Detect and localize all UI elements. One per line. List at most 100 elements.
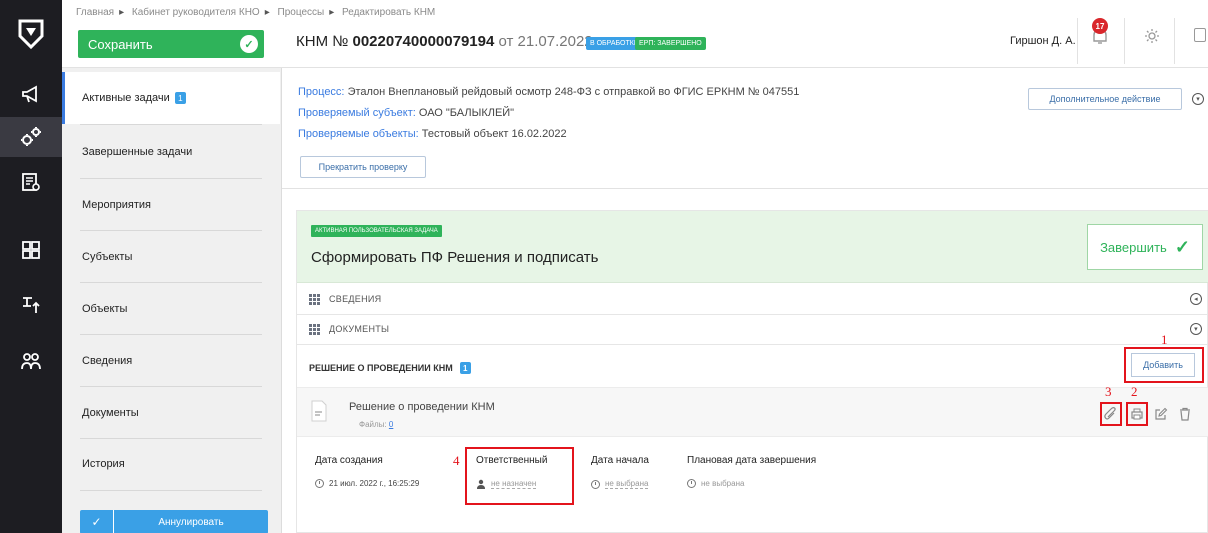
subject-value: ОАО "БАЛЫКЛЕЙ" [418,107,515,119]
header-divider [1174,18,1175,64]
rail-item-dashboard[interactable] [0,230,62,270]
save-button[interactable]: Сохранить ✓ [78,30,264,58]
header-divider [1124,18,1125,64]
highlight-box-1 [1124,347,1204,383]
objects-value: Тестовый объект 16.02.2022 [421,128,567,140]
save-button-label: Сохранить [88,36,153,52]
annotation-number-3: 3 [1105,384,1112,399]
process-value: Эталон Внеплановый рейдовый осмотр 248-Ф… [347,86,800,98]
clock-icon [315,479,324,488]
rail-item-announcements[interactable] [0,74,62,114]
sidebar-item-documents[interactable]: Документы [62,387,280,439]
document-icon [311,400,327,422]
sidebar-item-info[interactable]: Сведения [62,335,280,387]
section-documents-toggle[interactable]: ДОКУМЕНТЫ ▾ [297,315,1208,343]
chevron-up-icon[interactable]: ◂ [1190,293,1202,305]
check-icon: ✓ [240,35,258,53]
responsible-value: не назначен [491,479,537,489]
page-header: Главная ▸ Кабинет руководителя КНО ▸ Проце… [62,0,1208,68]
task-panel: АКТИВНАЯ ПОЛЬЗОВАТЕЛЬСКАЯ ЗАДАЧА Сформир… [296,210,1208,533]
planned-date-picker[interactable]: не выбрана [687,479,744,488]
document-row[interactable]: Решение о проведении КНМ Файлы: 0 [297,387,1208,437]
divider [297,344,1208,345]
start-date-picker[interactable]: не выбрана [591,479,649,489]
dashboard-grid-icon [22,241,40,259]
highlight-box-3 [1100,402,1122,426]
rail-item-registry[interactable] [0,162,62,202]
delete-button[interactable] [1177,406,1193,422]
user-icon [477,479,485,489]
sidebar-item-objects[interactable]: Объекты [62,283,280,335]
process-info: Процесс: Эталон Внеплановый рейдовый осм… [282,68,1208,189]
finish-button-label: Завершить [1100,239,1167,255]
breadcrumb-item-current: Редактировать КНМ [342,7,436,18]
header-divider [1077,18,1078,64]
created-value: 21 июл. 2022 г., 16:25:29 [315,479,419,488]
breadcrumb-item-home[interactable]: Главная [76,7,114,18]
annul-button[interactable]: ✓ Аннулировать [80,510,268,533]
sidebar-item-label: Мероприятия [82,199,151,211]
finish-task-button[interactable]: Завершить ✓ [1087,224,1203,270]
start-date-label: Дата начала [591,455,649,466]
task-header: АКТИВНАЯ ПОЛЬЗОВАТЕЛЬСКАЯ ЗАДАЧА Сформир… [297,211,1208,283]
sidebar: Активные задачи 1 Завершенные задачи Мер… [62,68,282,533]
sidebar-item-subjects[interactable]: Субъекты [62,231,280,283]
trash-icon [1180,407,1190,421]
highlight-box-2 [1126,402,1148,426]
check-icon: ✓ [80,510,114,533]
rail-item-processes[interactable] [0,117,62,157]
breadcrumb-item-processes[interactable]: Процессы [278,7,325,18]
check-icon: ✓ [1174,236,1190,257]
sidebar-divider [80,124,262,125]
document-files: Файлы: 0 [359,420,393,429]
grid-icon [309,293,320,305]
clock-icon [687,479,696,488]
section-label: СВЕДЕНИЯ [329,294,382,304]
sidebar-item-label: Активные задачи [82,92,170,104]
breadcrumb-separator: ▸ [329,7,335,18]
created-value-text: 21 июл. 2022 г., 16:25:29 [329,479,420,488]
document-name: Решение о проведении КНМ [349,401,495,413]
task-title: Сформировать ПФ Решения и подписать [311,249,599,266]
chevron-down-icon[interactable]: ▾ [1192,93,1204,105]
annotation-number-2: 2 [1131,384,1138,399]
process-line: Процесс: Эталон Внеплановый рейдовый осм… [298,86,799,98]
breadcrumb-item-cabinet[interactable]: Кабинет руководителя КНО [132,7,260,18]
shield-logo-icon [18,19,44,50]
app-logo[interactable] [17,18,45,50]
sidebar-item-label: Сведения [82,355,133,367]
gears-icon [21,127,41,146]
sidebar-item-label: Субъекты [82,251,133,263]
stop-inspection-button[interactable]: Прекратить проверку [300,156,426,178]
task-type-tag: АКТИВНАЯ ПОЛЬЗОВАТЕЛЬСКАЯ ЗАДАЧА [311,225,442,237]
extra-action-button[interactable]: Дополнительное действие [1028,88,1182,110]
gear-icon [1145,29,1159,43]
files-count-link[interactable]: 0 [389,420,393,429]
document-icon[interactable] [1194,28,1206,42]
responsible-selector[interactable]: не назначен [476,479,537,489]
title-number: 00220740000079194 [352,33,495,50]
list-search-icon [22,173,40,191]
sidebar-item-label: Документы [82,407,139,419]
left-nav-rail [0,0,62,533]
org-tree-icon [23,297,40,313]
annul-button-label: Аннулировать [114,510,268,533]
sidebar-item-events[interactable]: Мероприятия [62,179,280,231]
section-info-toggle[interactable]: СВЕДЕНИЯ ◂ [297,285,1208,313]
subject-line: Проверяемый субъект: ОАО "БАЛЫКЛЕЙ" [298,107,514,119]
chevron-down-icon[interactable]: ▾ [1190,323,1202,335]
created-label: Дата создания [315,455,383,466]
annotation-number-1: 1 [1161,332,1168,347]
responsible-label: Ответственный [476,455,548,466]
sidebar-item-completed-tasks[interactable]: Завершенные задачи [62,126,280,178]
notification-count-badge: 17 [1092,18,1108,34]
settings-button[interactable] [1144,28,1160,49]
title-date: от 21.07.2022 [498,33,593,50]
sidebar-item-active-tasks[interactable]: Активные задачи 1 [62,72,280,124]
user-name[interactable]: Гиршон Д. А. [1010,35,1076,47]
breadcrumb-separator: ▸ [119,7,125,18]
rail-item-users[interactable] [0,341,62,381]
edit-button[interactable] [1153,406,1169,422]
rail-item-structure[interactable] [0,285,62,325]
sidebar-item-history[interactable]: История [62,438,280,490]
